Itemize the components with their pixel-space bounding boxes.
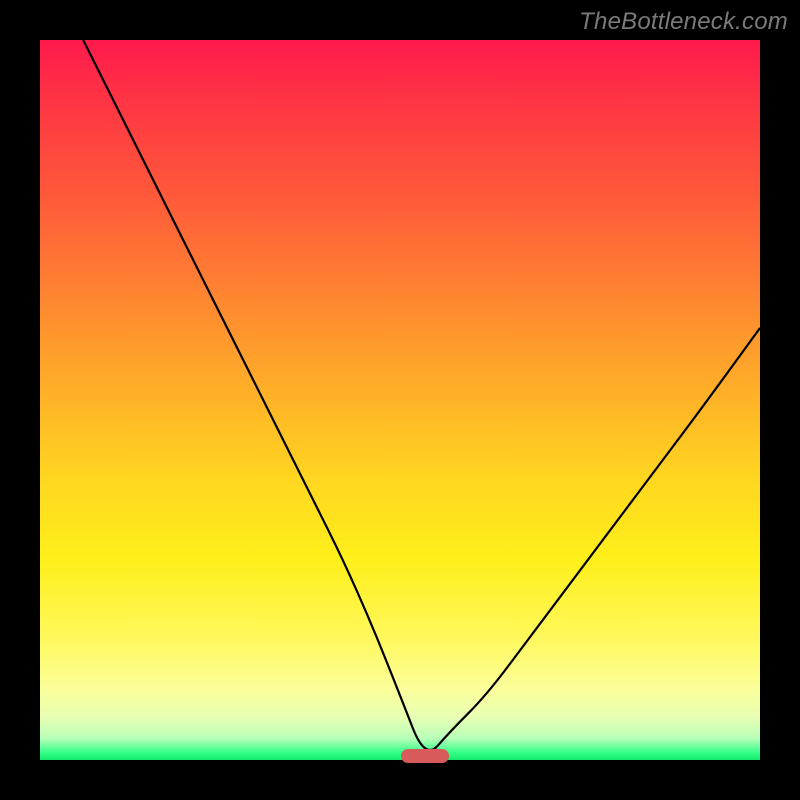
plot-area bbox=[40, 40, 760, 760]
curve-svg bbox=[40, 40, 760, 760]
watermark-label: TheBottleneck.com bbox=[579, 8, 788, 36]
chart-frame: TheBottleneck.com bbox=[0, 0, 800, 800]
bottleneck-curve bbox=[83, 40, 760, 750]
minimum-marker bbox=[401, 749, 449, 763]
